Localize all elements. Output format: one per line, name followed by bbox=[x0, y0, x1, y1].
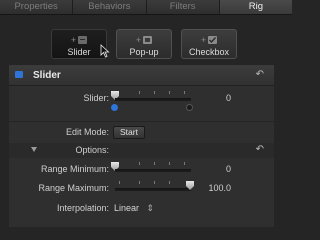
slider-tick bbox=[154, 181, 155, 184]
plus-icon: + bbox=[200, 35, 207, 45]
slider-tick bbox=[119, 181, 120, 184]
range-minimum-label: Range Minimum: bbox=[40, 164, 109, 174]
slider-track[interactable] bbox=[115, 98, 191, 101]
range-maximum-label: Range Maximum: bbox=[38, 183, 109, 193]
slider-tick bbox=[139, 181, 140, 184]
interpolation-label: Interpolation: bbox=[56, 203, 109, 213]
enable-checkbox[interactable] bbox=[15, 71, 23, 78]
range-start-handle[interactable] bbox=[111, 104, 118, 111]
slider-tick bbox=[139, 162, 140, 165]
tab-rig[interactable]: Rig bbox=[219, 0, 292, 14]
range-end-handle[interactable] bbox=[186, 104, 193, 111]
options-group-header[interactable]: Options: ↶ bbox=[9, 143, 274, 158]
add-slider-button[interactable]: + Slider bbox=[51, 29, 107, 59]
tab-behaviors[interactable]: Behaviors bbox=[73, 0, 147, 14]
interpolation-popup[interactable]: Linear ⇕ bbox=[114, 203, 154, 214]
range-maximum-track[interactable] bbox=[115, 188, 191, 191]
add-checkbox-graphic: + bbox=[182, 33, 236, 47]
add-checkbox-button[interactable]: + Checkbox bbox=[181, 29, 237, 59]
add-slider-graphic: + bbox=[52, 33, 106, 47]
plus-icon: + bbox=[135, 35, 142, 45]
slider-tick bbox=[184, 91, 185, 94]
checkbox-widget-icon bbox=[208, 36, 218, 44]
popup-stepper-icon: ⇕ bbox=[146, 203, 155, 213]
mouse-cursor-icon bbox=[100, 44, 110, 58]
tab-filters[interactable]: Filters bbox=[147, 0, 220, 14]
slider-section-header: Slider ↶ bbox=[9, 66, 274, 86]
slider-tick bbox=[184, 162, 185, 165]
slider-parameters-panel: Slider ↶ Slider: 0 Edit Mode: Start Opti… bbox=[9, 65, 274, 227]
range-maximum-value[interactable]: 100.0 bbox=[199, 183, 231, 193]
add-popup-label: Pop-up bbox=[129, 47, 159, 57]
range-minimum-track[interactable] bbox=[115, 169, 191, 172]
slider-tick bbox=[169, 91, 170, 94]
slider-widget-icon bbox=[78, 36, 88, 44]
reset-icon[interactable]: ↶ bbox=[256, 69, 264, 80]
start-button[interactable]: Start bbox=[113, 126, 145, 139]
interpolation-value: Linear bbox=[114, 203, 140, 213]
edit-mode-label: Edit Mode: bbox=[65, 127, 109, 137]
slider-tick bbox=[154, 162, 155, 165]
slider-tick bbox=[169, 181, 170, 184]
add-popup-button[interactable]: + Pop-up bbox=[116, 29, 172, 59]
add-popup-graphic: + bbox=[117, 33, 171, 47]
add-checkbox-label: Checkbox bbox=[188, 47, 230, 57]
slider-tick bbox=[169, 162, 170, 165]
section-title: Slider bbox=[33, 70, 61, 81]
slider-tick bbox=[139, 91, 140, 94]
inspector-tab-bar: Properties Behaviors Filters Rig bbox=[0, 0, 292, 15]
slider-tick bbox=[154, 91, 155, 94]
add-slider-label: Slider bbox=[67, 47, 91, 57]
slider-value[interactable]: 0 bbox=[199, 93, 231, 103]
slider-label: Slider: bbox=[83, 93, 109, 103]
tab-properties[interactable]: Properties bbox=[0, 0, 74, 14]
options-reset-icon[interactable]: ↶ bbox=[256, 144, 264, 155]
range-minimum-value[interactable]: 0 bbox=[199, 164, 231, 174]
options-label: Options: bbox=[75, 145, 109, 155]
divider bbox=[9, 121, 274, 122]
plus-icon: + bbox=[70, 35, 77, 45]
popup-widget-icon bbox=[143, 36, 153, 44]
